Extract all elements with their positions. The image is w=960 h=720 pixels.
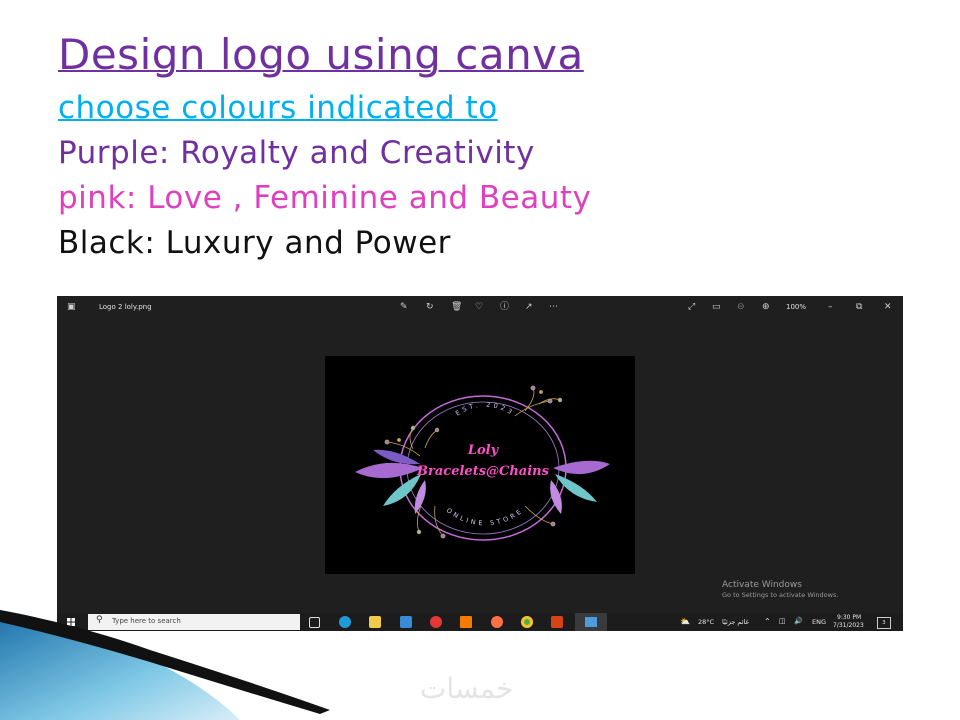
slideshow-icon[interactable]: ▭: [712, 300, 721, 314]
notification-center-icon[interactable]: 3: [877, 617, 891, 629]
delete-icon[interactable]: 🗑: [451, 300, 462, 314]
weather-icon[interactable]: ⛅: [680, 617, 690, 626]
pink-meaning: pink: Love , Feminine and Beauty: [58, 180, 592, 216]
opera-icon[interactable]: [430, 616, 442, 628]
store-icon[interactable]: [400, 616, 412, 628]
zoom-out-icon[interactable]: ⊖: [737, 300, 745, 314]
more-icon[interactable]: ⋯: [549, 300, 558, 314]
zoom-level: 100%: [786, 303, 807, 311]
purple-meaning: Purple: Royalty and Creativity: [58, 135, 535, 171]
share-icon[interactable]: ↗: [525, 300, 533, 314]
powerpoint-icon[interactable]: [551, 616, 563, 628]
weather-description[interactable]: غائم جزئيًا: [722, 618, 749, 626]
black-meaning: Black: Luxury and Power: [58, 225, 451, 261]
activate-subtitle: Go to Settings to activate Windows.: [722, 591, 839, 599]
chevron-up-icon[interactable]: ⌃: [764, 617, 771, 626]
colour-instruction: choose colours indicated to: [58, 90, 498, 126]
decorative-wave: [0, 610, 330, 720]
logo-name: Loly: [467, 443, 500, 458]
network-icon[interactable]: ◫: [779, 617, 786, 625]
left-leaves: [355, 449, 426, 514]
expand-icon[interactable]: ⤢: [688, 300, 695, 314]
edit-icon[interactable]: ✎: [400, 300, 408, 314]
chrome-icon[interactable]: [521, 616, 533, 628]
logo-est-text: EST. 2023: [454, 401, 516, 418]
firefox-icon[interactable]: [491, 616, 503, 628]
slide-title: Design logo using canva: [58, 30, 584, 79]
logo-subtitle: Bracelets@Chains: [416, 464, 550, 479]
logo-store-text: ONLINE STORE: [445, 506, 525, 527]
activate-title: Activate Windows: [722, 580, 802, 590]
minimize-icon[interactable]: –: [828, 300, 833, 314]
logo-graphic: EST. 2023 Loly Bracelets@Chains ONLINE S…: [355, 385, 610, 541]
right-leaves: [550, 460, 610, 514]
temperature[interactable]: 28°C: [698, 618, 714, 626]
close-icon[interactable]: ✕: [884, 300, 892, 314]
photos-taskbar-item[interactable]: [575, 613, 607, 631]
maximize-icon[interactable]: ⧉: [856, 300, 862, 314]
favorite-icon[interactable]: ♡: [475, 300, 483, 314]
file-name: Logo 2 loly.png: [99, 303, 152, 311]
zoom-in-icon[interactable]: ⊕: [762, 300, 770, 314]
photo-viewer-window: ▣ Logo 2 loly.png ✎ ↻ 🗑 ♡ ⓘ ↗ ⋯ ⤢ ▭ ⊖ ⊕ …: [57, 296, 903, 631]
watermark-logo: خمسات: [420, 672, 514, 705]
language-indicator[interactable]: ENG: [812, 618, 826, 626]
photos-app-icon[interactable]: ▣: [67, 300, 76, 314]
clock-time[interactable]: 9:30 PM: [837, 614, 861, 621]
photos-icon: [585, 617, 597, 627]
volume-icon[interactable]: 🔊: [794, 617, 803, 625]
logo-image: EST. 2023 Loly Bracelets@Chains ONLINE S…: [325, 356, 635, 574]
clock-date[interactable]: 7/31/2023: [833, 622, 864, 629]
photo-viewer-titlebar: ▣ Logo 2 loly.png ✎ ↻ 🗑 ♡ ⓘ ↗ ⋯ ⤢ ▭ ⊖ ⊕ …: [57, 296, 903, 318]
rotate-icon[interactable]: ↻: [426, 300, 434, 314]
info-icon[interactable]: ⓘ: [500, 300, 509, 314]
top-right-branch: [514, 385, 563, 417]
activate-windows-watermark: Activate Windows Go to Settings to activ…: [722, 580, 838, 599]
notification-count: 3: [882, 620, 886, 626]
vlc-icon[interactable]: [460, 616, 472, 628]
